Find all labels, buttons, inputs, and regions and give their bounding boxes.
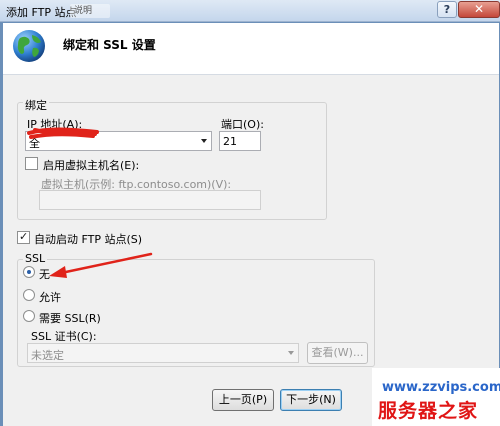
redaction-scribble: [27, 127, 99, 139]
title-bar[interactable]: 添加 FTP 站点 说明 ? ✕: [0, 0, 500, 22]
ssl-none-radio[interactable]: [23, 266, 35, 278]
port-value: 21: [223, 135, 237, 148]
ssl-cert-value: 未选定: [31, 349, 64, 362]
dialog-body: 绑定和 SSL 设置 绑定 IP 地址(A): 全 端口(O): 21 启用虚拟…: [3, 23, 499, 426]
background-tab: 说明: [70, 4, 110, 18]
next-button[interactable]: 下一步(N): [280, 389, 342, 411]
ssl-allow-radio[interactable]: [23, 289, 35, 301]
port-input[interactable]: 21: [219, 131, 261, 151]
watermark-url: www.zzvips.com: [382, 380, 500, 395]
ssl-cert-select[interactable]: 未选定: [27, 343, 299, 363]
watermark-name: 服务器之家: [378, 400, 479, 422]
virtual-host-checkbox-label[interactable]: 启用虚拟主机名(E):: [43, 157, 139, 173]
autostart-checkbox[interactable]: [17, 230, 30, 244]
ssl-require-label[interactable]: 需要 SSL(R): [39, 310, 101, 326]
help-button[interactable]: ?: [437, 1, 457, 18]
autostart-label[interactable]: 自动启动 FTP 站点(S): [34, 231, 142, 247]
ssl-cert-label: SSL 证书(C):: [31, 330, 97, 343]
chevron-down-icon: [288, 351, 294, 355]
chevron-down-icon: [201, 139, 207, 143]
virtual-host-input[interactable]: [39, 190, 261, 210]
page-title: 绑定和 SSL 设置: [63, 38, 156, 52]
ssl-allow-label[interactable]: 允许: [39, 289, 61, 305]
annotation-arrow: [49, 252, 153, 278]
window-title: 添加 FTP 站点: [6, 6, 77, 19]
ssl-require-radio[interactable]: [23, 310, 35, 322]
binding-group-title: 绑定: [23, 97, 49, 113]
prev-button[interactable]: 上一页(P): [212, 389, 274, 411]
virtual-host-checkbox[interactable]: [25, 157, 38, 170]
close-button[interactable]: ✕: [458, 1, 500, 18]
watermark: www.zzvips.com 服务器之家: [372, 368, 500, 426]
ssl-group-title: SSL: [23, 252, 48, 265]
globe-icon: [13, 30, 45, 62]
page-header: 绑定和 SSL 设置: [3, 23, 499, 75]
view-cert-button[interactable]: 查看(W)...: [307, 342, 368, 364]
port-label: 端口(O):: [221, 118, 264, 131]
